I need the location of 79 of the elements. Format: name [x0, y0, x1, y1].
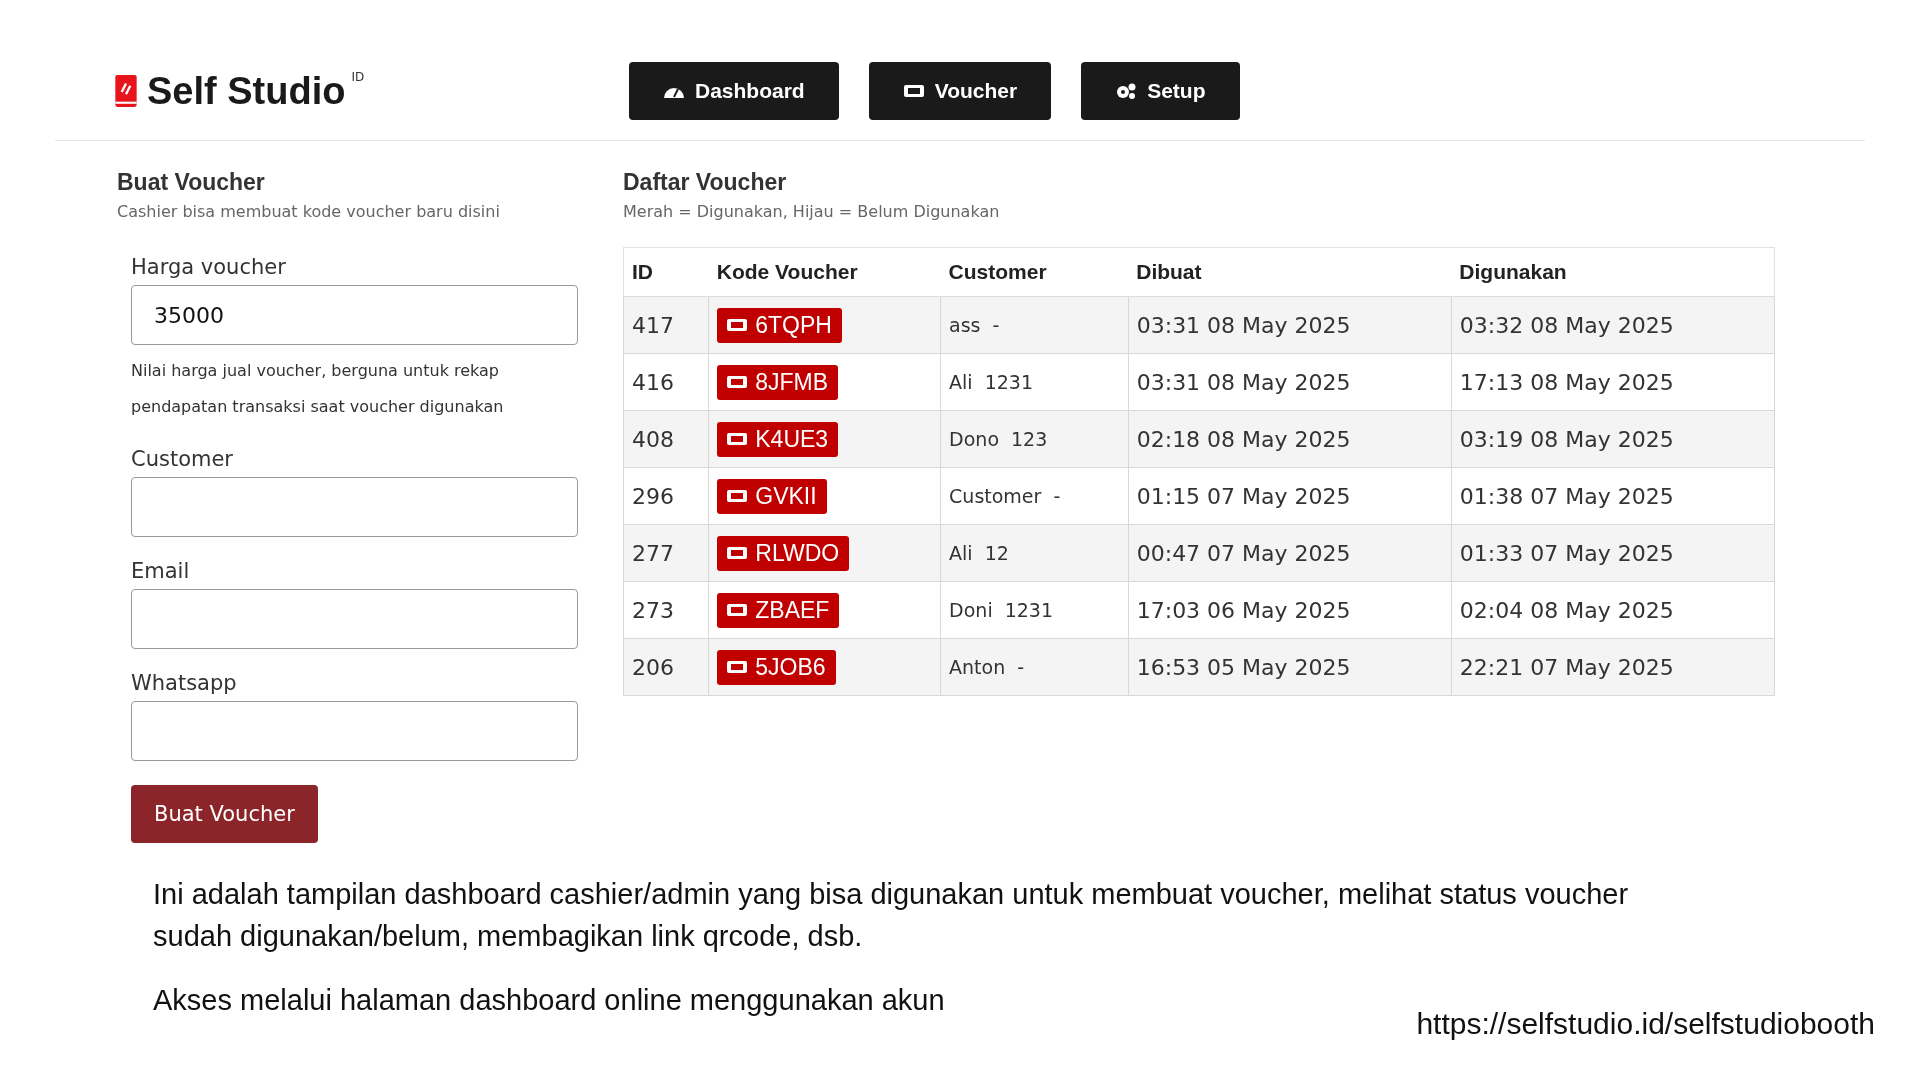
voucher-code-badge[interactable]: K4UE3 — [717, 421, 839, 457]
customer-name: Doni — [949, 599, 993, 621]
customer-name: Ali — [949, 542, 973, 564]
table-cell: 16:53 05 May 2025 — [1128, 638, 1452, 696]
customer-contact: 1231 — [1004, 599, 1053, 621]
ticket-icon — [727, 489, 748, 503]
ticket-icon — [727, 660, 748, 674]
ticket-icon — [727, 603, 748, 617]
ticket-icon — [727, 318, 748, 332]
field-label: Email — [131, 559, 191, 583]
submit-button[interactable]: Buat Voucher — [131, 785, 318, 843]
voucher-code-badge[interactable]: GVKII — [717, 478, 827, 514]
customer-contact: 1231 — [984, 371, 1033, 393]
nav-button[interactable]: Voucher — [868, 62, 1052, 120]
field-label: Customer — [131, 447, 234, 471]
customer-contact: 12 — [984, 542, 1009, 564]
customer-name: Ali — [949, 371, 973, 393]
table-cell: 03:19 08 May 2025 — [1451, 410, 1775, 468]
customer-name: Anton — [949, 656, 1006, 678]
ticket-icon — [727, 546, 748, 560]
column-header: Digunakan — [1451, 247, 1775, 297]
voucher-code-badge[interactable]: 5JOB6 — [717, 649, 836, 685]
field-label: Harga voucher — [131, 255, 287, 279]
ticket-icon — [727, 432, 748, 446]
table-cell: 02:04 08 May 2025 — [1451, 581, 1775, 639]
customer-contact: - — [992, 314, 1000, 336]
table-cell: 22:21 07 May 2025 — [1451, 638, 1775, 696]
table-cell: 02:18 08 May 2025 — [1128, 410, 1452, 468]
voucher-code-badge[interactable]: 6TQPH — [717, 307, 842, 343]
ticket-icon — [727, 375, 748, 389]
voucher-code-badge[interactable]: 8JFMB — [717, 364, 839, 400]
column-header: ID — [623, 247, 709, 297]
column-header: Kode Voucher — [708, 247, 941, 297]
table-cell: 277 — [623, 524, 709, 582]
customer-contact: - — [1053, 485, 1061, 507]
table-cell: 03:31 08 May 2025 — [1128, 296, 1452, 354]
input-field[interactable] — [131, 477, 578, 537]
section-title: Daftar Voucher — [623, 169, 788, 196]
field-help-text: Nilai harga jual voucher, berguna untuk rekap pendapatan transaksi saat voucher digunakan — [131, 360, 505, 418]
table-cell: 206 — [623, 638, 709, 696]
table-cell: 408 — [623, 410, 709, 468]
table-cell: 17:03 06 May 2025 — [1128, 581, 1452, 639]
logo-text: Self Studio — [147, 69, 346, 113]
input-field[interactable] — [131, 701, 578, 761]
caption-paragraph: Akses melalui halaman dashboard online menggunakan akun — [153, 983, 946, 1018]
table-cell: 01:38 07 May 2025 — [1451, 467, 1775, 525]
customer-contact: - — [1017, 656, 1025, 678]
customer-name: Customer — [949, 485, 1042, 507]
column-header: Dibuat — [1128, 247, 1452, 297]
nav-button[interactable]: Setup — [1081, 62, 1240, 120]
field-label: Whatsapp — [131, 671, 238, 695]
logo-icon — [115, 74, 137, 107]
customer-name: Dono — [949, 428, 999, 450]
table-cell: 17:13 08 May 2025 — [1451, 353, 1775, 411]
table-cell: 03:32 08 May 2025 — [1451, 296, 1775, 354]
column-header: Customer — [940, 247, 1129, 297]
input-field[interactable]: 35000 — [131, 285, 578, 345]
voucher-code-badge[interactable]: RLWDO — [717, 535, 850, 571]
table-cell: 03:31 08 May 2025 — [1128, 353, 1452, 411]
customer-contact: 123 — [1011, 428, 1048, 450]
table-cell: 296 — [623, 467, 709, 525]
table-cell: 416 — [623, 353, 709, 411]
nav-button[interactable]: Dashboard — [629, 62, 839, 120]
caption-paragraph: Ini adalah tampilan dashboard cashier/admin yang bisa digunakan untuk membuat voucher, melihat status voucher sudah digunakan/belum, membagikan link qrcode, dsb. — [153, 877, 1630, 954]
table-cell: 01:15 07 May 2025 — [1128, 467, 1452, 525]
section-subtitle: Cashier bisa membuat kode voucher baru disini — [117, 202, 501, 221]
customer-name: ass — [949, 314, 981, 336]
input-field[interactable] — [131, 589, 578, 649]
table-cell: 01:33 07 May 2025 — [1451, 524, 1775, 582]
logo-superscript: ID — [351, 69, 365, 84]
table-cell: 273 — [623, 581, 709, 639]
voucher-code-badge[interactable]: ZBAEF — [717, 592, 840, 628]
table-cell: 00:47 07 May 2025 — [1128, 524, 1452, 582]
section-title: Buat Voucher — [117, 169, 266, 196]
gears-icon — [1115, 82, 1138, 100]
ticket-icon — [902, 83, 925, 99]
table-cell: 417 — [623, 296, 709, 354]
section-subtitle: Merah = Digunakan, Hijau = Belum Digunakan — [623, 202, 1001, 221]
url-text: https://selfstudio.id/selfstudiobooth — [1416, 1007, 1875, 1041]
